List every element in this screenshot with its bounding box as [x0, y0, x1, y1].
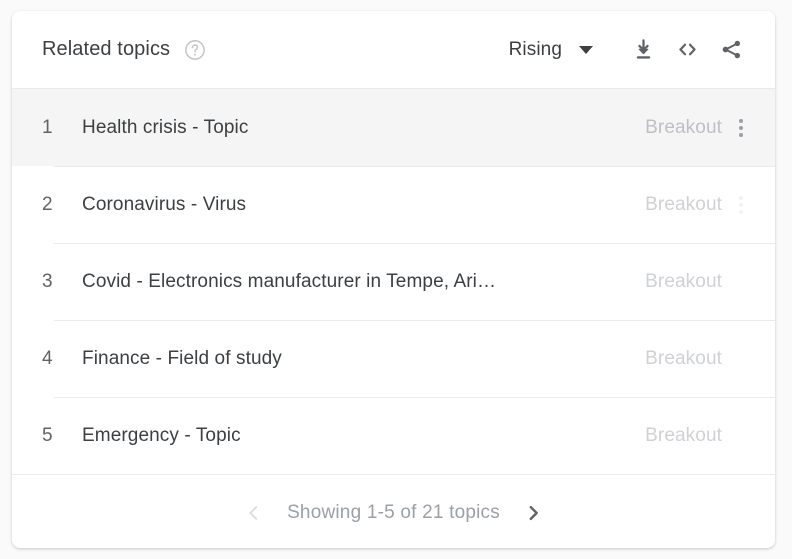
- row-more-options-icon[interactable]: [728, 414, 754, 458]
- header-left-group: Related topics: [42, 38, 507, 61]
- embed-code-icon: [675, 37, 700, 62]
- row-more-options-icon[interactable]: [728, 337, 754, 381]
- row-title[interactable]: Coronavirus - Virus: [82, 194, 645, 216]
- table-row[interactable]: 1 Health crisis - Topic Breakout: [12, 89, 775, 166]
- next-page-button[interactable]: [516, 496, 550, 530]
- table-row[interactable]: 3 Covid - Electronics manufacturer in Te…: [12, 243, 775, 320]
- previous-page-button[interactable]: [237, 496, 271, 530]
- row-rank: 2: [42, 193, 53, 215]
- row-rank: 3: [42, 270, 53, 292]
- row-divider: [54, 243, 775, 244]
- sort-dropdown-value: Rising: [508, 38, 562, 60]
- caret-down-icon: [579, 45, 593, 54]
- row-rank: 1: [42, 116, 53, 138]
- row-value: Breakout: [645, 116, 722, 138]
- chevron-left-icon: [243, 502, 265, 524]
- row-title[interactable]: Finance - Field of study: [82, 348, 645, 370]
- row-value: Breakout: [645, 424, 722, 446]
- table-row[interactable]: 2 Coronavirus - Virus Breakout: [12, 166, 775, 243]
- help-circle-outline-icon[interactable]: [184, 39, 206, 61]
- row-rank: 4: [42, 347, 53, 369]
- row-more-options-icon[interactable]: [728, 260, 754, 304]
- row-divider: [54, 320, 775, 321]
- related-topics-list: 1 Health crisis - Topic Breakout 2 Coron…: [12, 89, 775, 474]
- row-value: Breakout: [645, 193, 722, 215]
- chevron-right-icon: [522, 502, 544, 524]
- row-rank: 5: [42, 424, 53, 446]
- row-value: Breakout: [645, 270, 722, 292]
- row-more-options-icon[interactable]: [728, 106, 754, 150]
- page-root: Related topics Rising 1 Health crisis - …: [0, 0, 792, 559]
- row-more-options-icon[interactable]: [728, 183, 754, 227]
- embed-button[interactable]: [665, 28, 709, 72]
- share-button[interactable]: [709, 28, 753, 72]
- download-icon: [631, 37, 656, 62]
- related-topics-card: Related topics Rising 1 Health crisis - …: [12, 11, 775, 548]
- row-title[interactable]: Emergency - Topic: [82, 425, 645, 447]
- table-row[interactable]: 5 Emergency - Topic Breakout: [12, 397, 775, 474]
- row-divider: [54, 397, 775, 398]
- pagination-footer: Showing 1-5 of 21 topics: [12, 474, 775, 548]
- panel-title: Related topics: [42, 38, 171, 60]
- header-actions-group: Rising: [507, 28, 753, 72]
- card-header: Related topics Rising: [12, 11, 775, 89]
- row-divider: [54, 166, 775, 167]
- download-button[interactable]: [621, 28, 665, 72]
- share-icon: [719, 37, 744, 62]
- row-title[interactable]: Health crisis - Topic: [82, 117, 645, 139]
- sort-dropdown[interactable]: Rising: [507, 35, 595, 65]
- row-title[interactable]: Covid - Electronics manufacturer in Temp…: [82, 271, 645, 293]
- table-row[interactable]: 4 Finance - Field of study Breakout: [12, 320, 775, 397]
- row-value: Breakout: [645, 347, 722, 369]
- pagination-status: Showing 1-5 of 21 topics: [287, 501, 500, 523]
